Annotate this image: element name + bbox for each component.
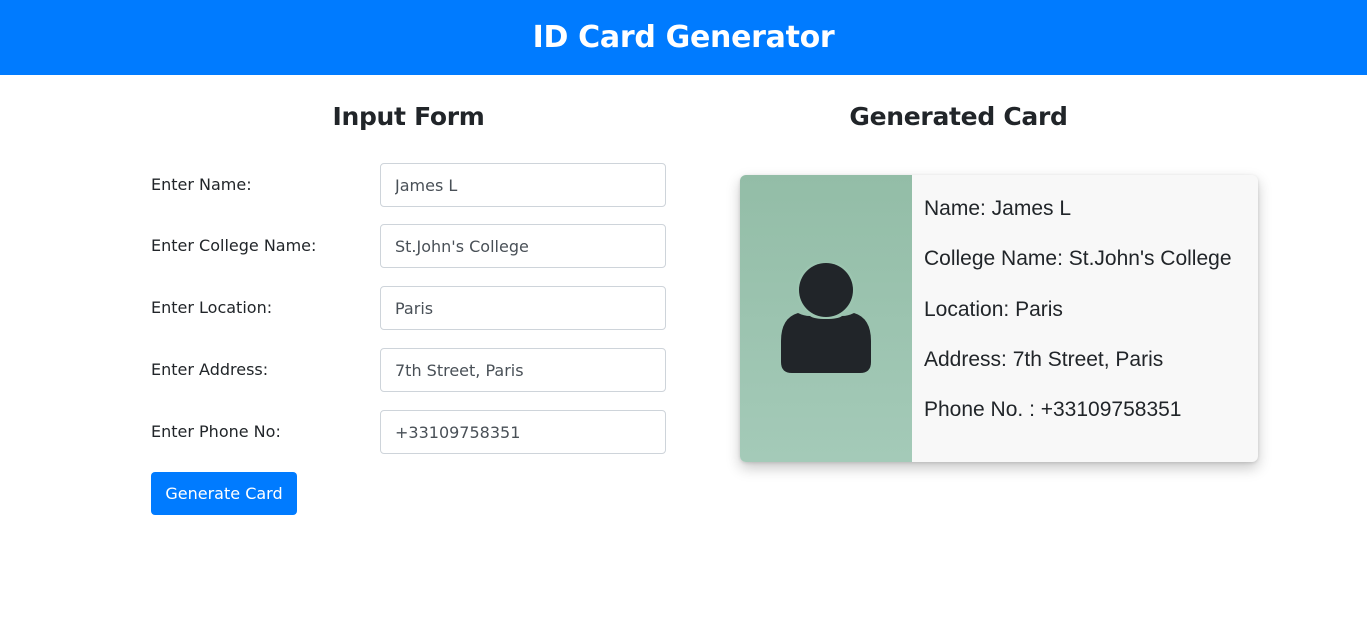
id-card: Name: James L College Name: St.John's Co…	[740, 175, 1258, 462]
user-silhouette-icon	[781, 262, 871, 373]
card-details: Name: James L College Name: St.John's Co…	[924, 197, 1258, 448]
college-label: Enter College Name:	[151, 236, 317, 255]
name-row: Enter Name:	[151, 163, 666, 207]
phone-row: Enter Phone No:	[151, 410, 666, 454]
generated-card-title: Generated Card	[849, 102, 1068, 131]
address-row: Enter Address:	[151, 348, 666, 392]
card-phone-line: Phone No. : +33109758351	[924, 398, 1182, 422]
college-row: Enter College Name:	[151, 224, 666, 268]
card-location-line: Location: Paris	[924, 297, 1063, 321]
name-label: Enter Name:	[151, 175, 252, 194]
name-input[interactable]	[380, 163, 666, 207]
card-address-line: Address: 7th Street, Paris	[924, 347, 1164, 371]
app-title: ID Card Generator	[532, 20, 835, 55]
generate-card-button[interactable]: Generate Card	[151, 472, 297, 515]
college-input[interactable]	[380, 224, 666, 268]
phone-label: Enter Phone No:	[151, 422, 281, 441]
card-photo	[740, 175, 912, 462]
location-row: Enter Location:	[151, 286, 666, 330]
phone-input[interactable]	[380, 410, 666, 454]
address-input[interactable]	[380, 348, 666, 392]
location-label: Enter Location:	[151, 298, 273, 317]
card-college-line: College Name: St.John's College	[924, 247, 1232, 271]
location-input[interactable]	[380, 286, 666, 330]
card-name-line: Name: James L	[924, 197, 1072, 220]
app-header: ID Card Generator	[0, 0, 1367, 75]
input-form-title: Input Form	[332, 102, 485, 131]
address-label: Enter Address:	[151, 360, 269, 379]
